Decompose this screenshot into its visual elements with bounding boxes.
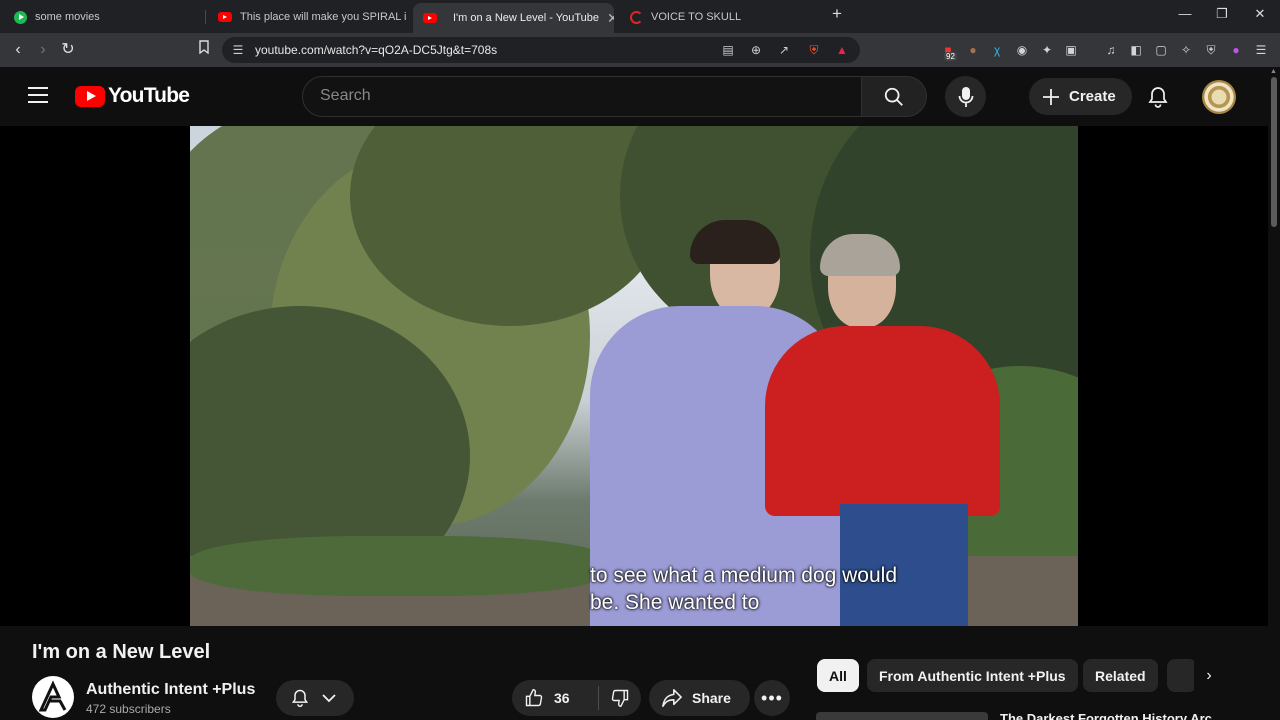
microphone-icon: [958, 86, 973, 107]
profile-icon[interactable]: ●: [1228, 42, 1244, 58]
channel-avatar[interactable]: [32, 676, 74, 718]
like-dislike-group: 36: [512, 680, 641, 716]
video-frame[interactable]: to see what a medium dog would be. She w…: [190, 126, 1078, 626]
minimize-icon[interactable]: —: [1175, 6, 1195, 21]
back-icon[interactable]: ‹: [8, 40, 28, 60]
browser-tab-active[interactable]: I'm on a New Level - YouTube ✕: [413, 3, 614, 33]
reload-icon[interactable]: ↻: [58, 40, 78, 60]
search-box: [302, 76, 862, 117]
site-settings-icon[interactable]: ☰: [230, 42, 246, 58]
channel-logo-icon: [38, 680, 67, 712]
browser-tab-strip: some movies This place will make you SPI…: [0, 0, 1280, 33]
dislike-button[interactable]: [599, 680, 641, 716]
cast-icon[interactable]: ▤: [720, 42, 736, 58]
bookmark-icon[interactable]: [194, 40, 214, 60]
tab-label: VOICE TO SKULL: [651, 11, 742, 23]
address-bar[interactable]: ☰ youtube.com/watch?v=qO2A-DC5Jtg&t=708s…: [222, 37, 860, 63]
person-shirt-red: [765, 326, 1000, 516]
wallet-icon[interactable]: ▢: [1153, 42, 1169, 58]
youtube-icon: [423, 13, 437, 23]
extension-icon-2[interactable]: ◉: [1014, 42, 1030, 58]
cookie-icon[interactable]: ●: [965, 42, 981, 58]
share-page-icon[interactable]: ↗: [776, 42, 792, 58]
extension-badge: 92: [944, 52, 957, 61]
chip-from-channel[interactable]: From Authentic Intent +Plus: [867, 659, 1078, 692]
browser-tab-voice-to-skull[interactable]: VOICE TO SKULL: [620, 4, 820, 30]
video-info-section: I'm on a New Level Authentic Intent +Plu…: [0, 626, 1268, 720]
search-input[interactable]: [320, 87, 840, 105]
video-title: I'm on a New Level: [32, 641, 211, 663]
subscriber-count: 472 subscribers: [86, 702, 171, 716]
grass: [190, 536, 610, 596]
browser-tab-some-movies[interactable]: some movies: [4, 4, 200, 30]
translate-icon[interactable]: χ: [989, 42, 1005, 58]
scroll-thumb[interactable]: [1271, 77, 1277, 227]
create-button[interactable]: Create: [1029, 78, 1132, 115]
video-player-area[interactable]: to see what a medium dog would be. She w…: [0, 126, 1268, 626]
youtube-logo[interactable]: YouTube: [75, 84, 190, 108]
tab-label: This place will make you SPIRAL into: [240, 11, 406, 23]
more-actions-button[interactable]: •••: [754, 680, 790, 716]
tab-divider: [205, 10, 206, 24]
leo-ai-icon[interactable]: ✧: [1178, 42, 1194, 58]
new-tab-button[interactable]: +: [827, 4, 847, 24]
tab-label: some movies: [35, 11, 100, 23]
forward-icon[interactable]: ›: [33, 40, 53, 60]
puzzle-icon[interactable]: ✦: [1039, 42, 1055, 58]
caption-line: be. She wanted to: [590, 591, 760, 614]
notifications-bell-icon[interactable]: [1146, 85, 1172, 111]
like-button[interactable]: 36: [512, 680, 598, 716]
youtube-play-icon: [75, 85, 105, 107]
create-label: Create: [1069, 88, 1116, 105]
account-avatar[interactable]: [1202, 80, 1236, 114]
circle-icon: [630, 10, 643, 24]
share-button[interactable]: Share: [649, 680, 750, 716]
screenshot-icon[interactable]: ▣: [1063, 42, 1079, 58]
channel-name[interactable]: Authentic Intent +Plus: [86, 681, 255, 699]
hamburger-menu-icon[interactable]: [28, 87, 48, 103]
search-button[interactable]: [861, 76, 927, 117]
voice-search-button[interactable]: [945, 76, 986, 117]
zoom-icon[interactable]: ⊕: [748, 42, 764, 58]
thumbs-up-icon: [525, 688, 543, 707]
rewards-icon[interactable]: ▲: [834, 42, 850, 58]
next-video-thumbnail[interactable]: [816, 712, 988, 720]
chip-partial[interactable]: [1167, 659, 1197, 692]
scroll-up-icon[interactable]: ▲: [1270, 68, 1277, 75]
brave-shield-icon[interactable]: ⛨: [806, 42, 822, 58]
plus-icon: [1043, 88, 1059, 105]
tab-label: I'm on a New Level - YouTube: [453, 12, 600, 24]
chip-all[interactable]: All: [817, 659, 859, 692]
menu-icon[interactable]: ☰: [1253, 42, 1269, 58]
next-video-title[interactable]: The Darkest Forgotten History Arc: [1000, 712, 1212, 720]
share-icon: [662, 689, 682, 707]
subscription-notifications-button[interactable]: [276, 680, 354, 716]
url-text[interactable]: youtube.com/watch?v=qO2A-DC5Jtg&t=708s: [255, 43, 497, 57]
search-icon: [884, 87, 903, 106]
like-count: 36: [554, 690, 570, 706]
sidebar-icon[interactable]: ◧: [1128, 42, 1144, 58]
browser-tab-spiral[interactable]: This place will make you SPIRAL into: [208, 4, 406, 30]
vpn-icon[interactable]: ⛨: [1203, 42, 1219, 58]
caption-line: to see what a medium dog would: [590, 564, 898, 587]
chevron-down-icon: [322, 694, 336, 703]
youtube-header: YouTube Create: [0, 67, 1268, 126]
close-window-icon[interactable]: ✕: [1250, 6, 1270, 22]
video-caption: to see what a medium dog would be. She w…: [590, 562, 950, 616]
close-tab-icon[interactable]: ✕: [607, 10, 614, 27]
play-icon: [14, 10, 27, 24]
music-icon[interactable]: ♫: [1103, 42, 1119, 58]
person-hair: [690, 220, 780, 264]
restore-icon[interactable]: ❐: [1212, 6, 1232, 22]
thumbs-down-icon: [611, 689, 629, 708]
logo-text: YouTube: [108, 84, 190, 107]
youtube-icon: [218, 12, 232, 22]
share-label: Share: [692, 690, 731, 706]
browser-toolbar: ‹ › ↻ ☰ youtube.com/watch?v=qO2A-DC5Jtg&…: [0, 33, 1280, 67]
chip-related[interactable]: Related: [1083, 659, 1158, 692]
bell-icon: [291, 689, 309, 708]
chevron-right-icon[interactable]: ›: [1194, 661, 1224, 691]
page-scrollbar[interactable]: ▲: [1268, 67, 1280, 720]
